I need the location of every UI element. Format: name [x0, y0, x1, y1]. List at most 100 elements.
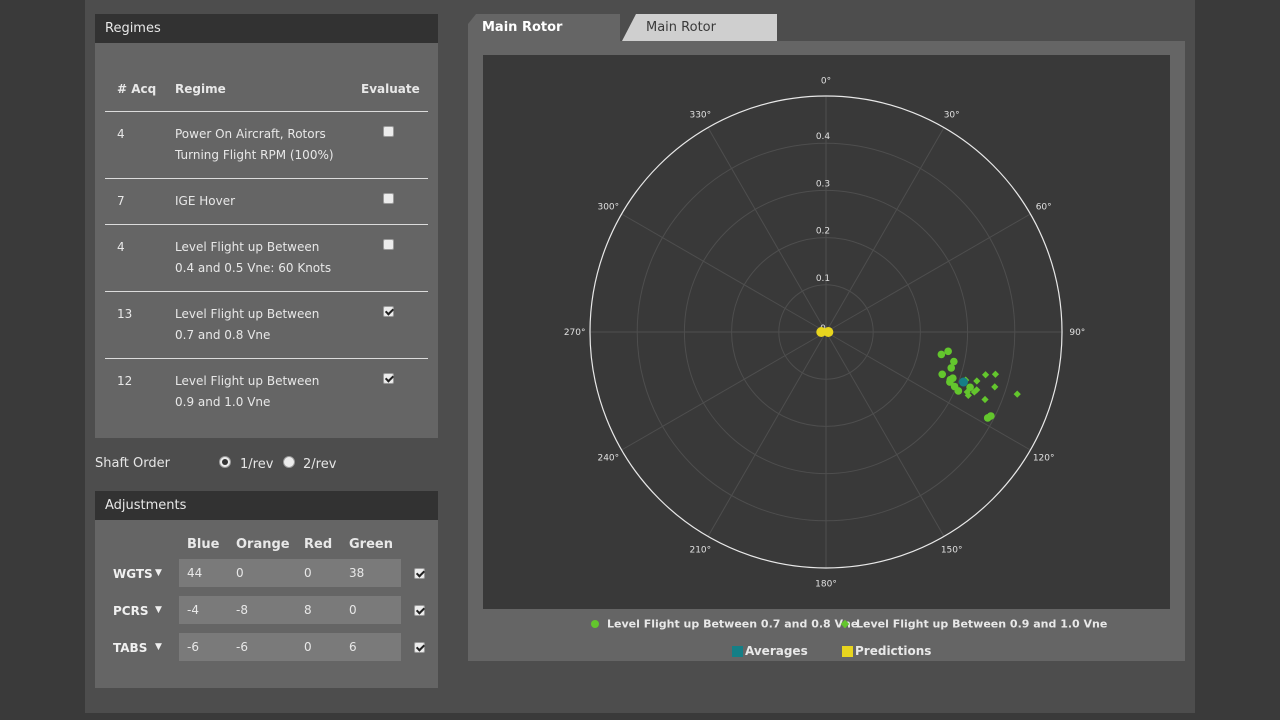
caret-down-icon[interactable]: ▼ [155, 568, 162, 578]
legend-label: Level Flight up Between 0.9 and 1.0 Vne [856, 617, 1108, 631]
polar-chart: 0° 30° 60° 90° 120° 150° 180° 210° 240° 270° 300° 3… [564, 77, 1086, 590]
adjustment-fields: -6 -6 0 6 [179, 633, 401, 661]
radial-tick-label: 0.3 [816, 179, 830, 189]
angular-tick-label: 90° [1069, 328, 1085, 338]
evaluate-column-header: Evaluate [361, 82, 420, 96]
angular-tick-label: 330° [689, 110, 711, 120]
evaluate-checkbox[interactable] [383, 306, 394, 317]
angular-tick-label: 180° [815, 579, 837, 589]
legend-item[interactable]: Level Flight up Between 0.9 and 1.0 Vne [840, 617, 1108, 631]
data-point-diamond [981, 395, 989, 404]
angular-tick-label: 30° [944, 110, 960, 120]
red-value-input[interactable]: 0 [304, 640, 312, 654]
regime-name-line1: Level Flight up Between [175, 240, 320, 254]
angular-grid-line [825, 213, 1031, 333]
regime-name-line2: 0.9 and 1.0 Vne [175, 395, 271, 409]
pcrs-dropdown[interactable]: PCRS [113, 604, 148, 618]
evaluate-checkbox[interactable] [383, 373, 394, 384]
angular-tick-label: 210° [689, 546, 711, 556]
regime-row: 13 Level Flight up Between 0.7 and 0.8 Vn… [105, 292, 428, 359]
adjustment-fields: 44 0 0 38 [179, 559, 401, 587]
green-value-input[interactable]: 6 [349, 640, 357, 654]
radio-1rev[interactable] [219, 456, 231, 468]
regime-name: Level Flight up Between 0.4 and 0.5 Vne: … [175, 237, 355, 279]
legend-diamond-icon [840, 619, 850, 629]
legend-item[interactable]: Predictions [842, 644, 931, 658]
green-value-input[interactable]: 0 [349, 603, 357, 617]
pcrs-apply-checkbox[interactable] [414, 605, 425, 616]
legend-square-icon [732, 645, 743, 657]
angular-tick-label: 240° [597, 454, 619, 464]
blue-value-input[interactable]: 44 [187, 566, 202, 580]
data-point-circle [958, 377, 968, 387]
shaft-order-group: Shaft Order 1/rev 2/rev [95, 455, 438, 473]
data-point-circle [937, 350, 946, 359]
regime-acq-count: 7 [117, 194, 125, 208]
regime-row: 4 Power On Aircraft, Rotors Turning Fligh… [105, 112, 428, 179]
regimes-panel: Regimes # Acq Regime Evaluate 4 Power On… [95, 14, 438, 438]
angular-grid-line [707, 127, 827, 333]
green-column-header: Green [349, 537, 393, 552]
angular-tick-label: 270° [564, 328, 586, 338]
wgts-dropdown[interactable]: WGTS [113, 567, 153, 581]
app-window: Regimes # Acq Regime Evaluate 4 Power On… [85, 0, 1195, 713]
radio-1rev-label[interactable]: 1/rev [240, 457, 273, 472]
legend-label: Averages [745, 644, 808, 658]
orange-value-input[interactable]: 0 [236, 566, 244, 580]
orange-value-input[interactable]: -6 [236, 640, 248, 654]
legend-item[interactable]: Level Flight up Between 0.7 and 0.8 Vne [591, 617, 858, 631]
radio-2rev[interactable] [283, 456, 295, 468]
data-point-circle [946, 378, 954, 386]
orange-column-header: Orange [236, 537, 290, 552]
tabs-dropdown[interactable]: TABS [113, 641, 147, 655]
orange-value-input[interactable]: -8 [236, 603, 248, 617]
regime-acq-count: 4 [117, 127, 125, 141]
caret-down-icon[interactable]: ▼ [155, 642, 162, 652]
regime-row: 4 Level Flight up Between 0.4 and 0.5 Vne… [105, 225, 428, 292]
adjustment-fields: -4 -8 8 0 [179, 596, 401, 624]
regime-name-line2: Turning Flight RPM (100%) [175, 148, 334, 162]
adjustment-row-wgts: WGTS ▼ 44 0 0 38 [95, 559, 438, 589]
regime-name: IGE Hover [175, 194, 236, 208]
angular-tick-label: 120° [1033, 454, 1055, 464]
adjustments-panel: Adjustments Blue Orange Red Green WGTS ▼… [95, 491, 438, 688]
data-point-diamond [991, 383, 999, 391]
angular-grid-line [621, 213, 827, 333]
tab-main-rotor-lateral[interactable]: Main Rotor Lateral [468, 14, 620, 41]
wgts-apply-checkbox[interactable] [414, 568, 425, 579]
legend-label: Level Flight up Between 0.7 and 0.8 Vne [607, 617, 859, 631]
angular-tick-label: 150° [941, 546, 963, 556]
blue-value-input[interactable]: -4 [187, 603, 199, 617]
red-value-input[interactable]: 8 [304, 603, 312, 617]
angular-tick-label: 300° [597, 202, 619, 212]
regime-acq-count: 4 [117, 240, 125, 254]
angular-grid-line [825, 331, 945, 537]
radial-tick-label: 0.2 [816, 227, 830, 237]
red-value-input[interactable]: 0 [304, 566, 312, 580]
regime-name: Level Flight up Between 0.7 and 0.8 Vne [175, 304, 355, 346]
regime-name-line1: Power On Aircraft, Rotors [175, 127, 326, 141]
regime-acq-count: 13 [117, 307, 133, 321]
regime-name-line2: 0.4 and 0.5 Vne: 60 Knots [175, 261, 332, 275]
radio-2rev-label[interactable]: 2/rev [303, 457, 336, 472]
caret-down-icon[interactable]: ▼ [155, 605, 162, 615]
angular-tick-label: 0° [821, 77, 831, 87]
tabs-apply-checkbox[interactable] [414, 642, 425, 653]
legend-circle-icon [591, 620, 599, 628]
evaluate-checkbox[interactable] [383, 126, 394, 137]
data-point-circle [944, 347, 952, 356]
legend-item[interactable]: Averages [732, 644, 808, 658]
radial-tick-label: 0.1 [816, 274, 830, 284]
green-value-input[interactable]: 38 [349, 566, 364, 580]
shaft-order-label: Shaft Order [95, 456, 170, 471]
data-point-diamond [1013, 390, 1021, 398]
data-point-diamond [991, 370, 1000, 378]
angular-tick-label: 60° [1036, 202, 1052, 212]
evaluate-checkbox[interactable] [383, 193, 394, 204]
legend-square-icon [842, 645, 853, 657]
evaluate-checkbox[interactable] [383, 239, 394, 250]
blue-value-input[interactable]: -6 [187, 640, 199, 654]
regime-name-line1: Level Flight up Between [175, 307, 320, 321]
regime-name-line2: 0.7 and 0.8 Vne [175, 328, 271, 342]
tab-main-rotor-vertical[interactable]: Main Rotor Vertical [622, 14, 777, 41]
